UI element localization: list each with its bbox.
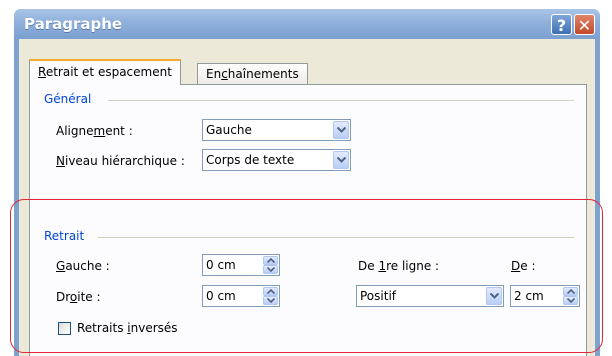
divider bbox=[108, 100, 574, 101]
tab-retrait-espacement[interactable]: Retrait et espacement bbox=[29, 59, 181, 85]
group-heading-retrait: Retrait bbox=[44, 229, 85, 243]
tab-enchainements[interactable]: Enchaînements bbox=[197, 63, 308, 85]
first-line-value: Positif bbox=[360, 289, 396, 303]
spin-down-icon[interactable] bbox=[563, 296, 578, 305]
alignment-value: Gauche bbox=[206, 123, 252, 137]
chevron-down-icon[interactable] bbox=[333, 121, 349, 139]
de-spinner[interactable]: 2 cm bbox=[510, 285, 580, 307]
level-value: Corps de texte bbox=[206, 153, 295, 167]
spin-up-icon[interactable] bbox=[563, 287, 578, 296]
de-label: De : bbox=[511, 259, 536, 273]
right-indent-spinner[interactable]: 0 cm bbox=[202, 285, 280, 307]
divider bbox=[98, 237, 574, 238]
left-indent-label: Gauche : bbox=[56, 259, 110, 273]
spin-down-icon[interactable] bbox=[263, 296, 278, 305]
dialog-title: Paragraphe bbox=[24, 15, 123, 33]
help-button[interactable]: ? bbox=[551, 14, 572, 35]
spin-down-icon[interactable] bbox=[263, 265, 278, 274]
title-bar[interactable]: Paragraphe ? ✕ bbox=[14, 9, 600, 39]
mirror-indents-checkbox[interactable] bbox=[58, 322, 71, 335]
close-button[interactable]: ✕ bbox=[574, 14, 595, 35]
first-line-select[interactable]: Positif bbox=[356, 285, 504, 307]
alignment-select[interactable]: Gauche bbox=[202, 119, 351, 141]
de-value: 2 cm bbox=[514, 289, 544, 303]
first-line-label: De 1re ligne : bbox=[358, 259, 440, 273]
right-indent-value: 0 cm bbox=[206, 289, 236, 303]
spin-up-icon[interactable] bbox=[263, 256, 278, 265]
level-select[interactable]: Corps de texte bbox=[202, 149, 351, 171]
left-indent-spinner[interactable]: 0 cm bbox=[202, 254, 280, 276]
help-icon: ? bbox=[556, 16, 567, 35]
close-icon: ✕ bbox=[577, 16, 592, 35]
mirror-indents-label[interactable]: Retraits inversés bbox=[77, 321, 178, 335]
tab-panel: Général Alignement : Gauche Niveau hiéra… bbox=[29, 84, 587, 356]
right-indent-label: Droite : bbox=[56, 290, 101, 304]
chevron-down-icon[interactable] bbox=[486, 287, 502, 305]
level-label: Niveau hiérarchique : bbox=[56, 154, 185, 168]
dialog-client: Retrait et espacement Enchaînements Géné… bbox=[19, 39, 595, 356]
alignment-label: Alignement : bbox=[56, 124, 133, 138]
chevron-down-icon[interactable] bbox=[333, 151, 349, 169]
spin-up-icon[interactable] bbox=[263, 287, 278, 296]
paragraph-dialog: Paragraphe ? ✕ Retrait et espacement Enc… bbox=[14, 9, 600, 356]
left-indent-value: 0 cm bbox=[206, 258, 236, 272]
group-heading-general: Général bbox=[44, 92, 92, 106]
